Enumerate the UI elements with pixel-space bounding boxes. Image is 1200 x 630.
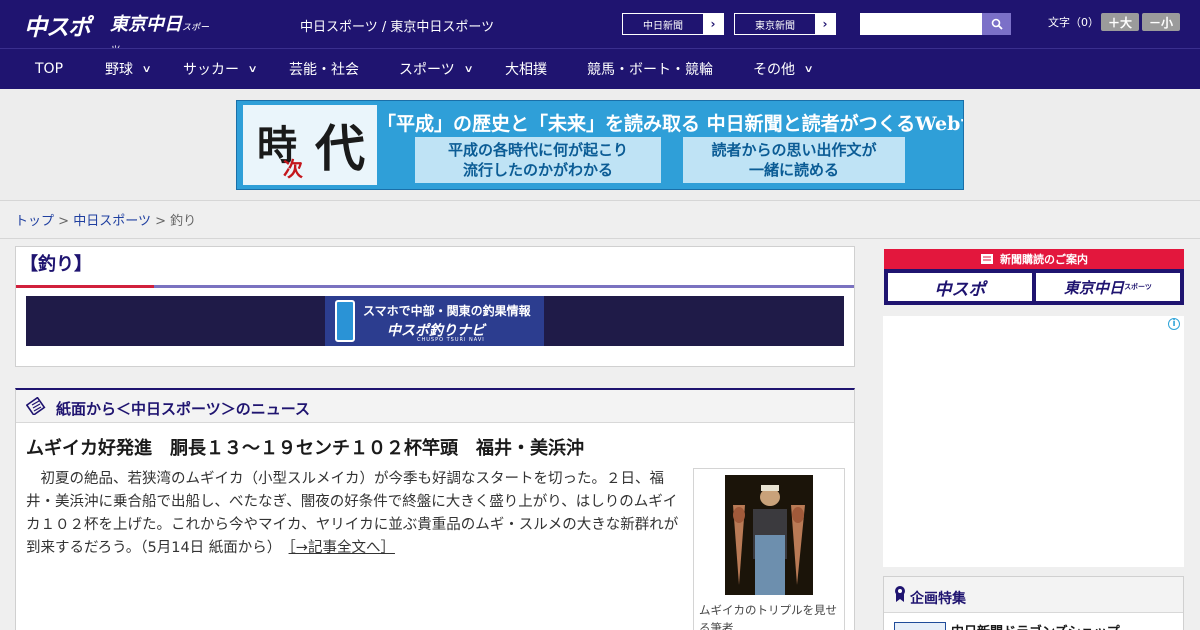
- chevron-down-icon: ∨: [463, 63, 474, 75]
- nav-item-label: 大相撲: [505, 62, 547, 78]
- font-larger-button[interactable]: ＋大: [1101, 13, 1139, 31]
- title-underline-accent: [16, 285, 154, 288]
- promo-subtext: CHUSPO TSURI NAVI: [417, 337, 485, 343]
- feature-item-thumbnail[interactable]: [894, 622, 946, 630]
- subscribe-chuspo-button[interactable]: 中スポ: [888, 273, 1032, 301]
- nav-item-baseball[interactable]: 野球 ∨: [105, 49, 152, 89]
- search-input[interactable]: [860, 13, 982, 35]
- banner-feature-box: 読者からの思い出作文が 一緒に読める: [683, 137, 905, 183]
- article-photo[interactable]: [725, 475, 813, 595]
- promo-line: スマホで中部・関東の釣果情報: [363, 304, 531, 318]
- subscription-label: 新聞購読のご案内: [1000, 253, 1088, 266]
- font-smaller-button[interactable]: －小: [1142, 13, 1180, 31]
- news-section-header: 紙面から＜中日スポーツ＞のニュース: [16, 390, 854, 423]
- nav-item-label: 競馬・ボート・競輪: [587, 62, 713, 78]
- paper-link-label: 東京新聞: [755, 20, 795, 32]
- article-title[interactable]: ムギイカ好発進 胴長１３～１９センチ１０２杯竿頭 福井・美浜沖: [26, 434, 584, 460]
- nav-item-top[interactable]: TOP: [35, 49, 63, 89]
- newspaper-icon: [981, 254, 993, 264]
- chuspo-logo[interactable]: 中スポ: [24, 8, 102, 41]
- news-section: 紙面から＜中日スポーツ＞のニュース ムギイカ好発進 胴長１３～１９センチ１０２杯…: [15, 388, 855, 630]
- font-size-label: 文字（0）: [1048, 16, 1099, 29]
- nav-item-other[interactable]: その他 ∨: [753, 49, 814, 89]
- feature-item-link[interactable]: 中日新聞ドラゴンズショップ: [951, 621, 1120, 630]
- nav-item-soccer[interactable]: サッカー ∨: [183, 49, 258, 89]
- feature-box: 企画特集 中日新聞ドラゴンズショップ: [883, 576, 1184, 630]
- banner-box-line: 読者からの思い出作文が: [711, 141, 877, 159]
- nav-item-label: サッカー: [183, 62, 239, 78]
- chevron-right-icon: ›: [703, 14, 723, 34]
- divider: [0, 238, 1200, 239]
- article-body: 初夏の絶品、若狭湾のムギイカ（小型スルメイカ）が今季も好調なスタートを切った。２…: [26, 468, 684, 560]
- page-title: 【釣り】: [20, 254, 92, 275]
- angler-photo-image: [725, 475, 813, 595]
- nav-item-sumo[interactable]: 大相撲: [505, 49, 547, 89]
- news-section-title: 紙面から＜中日スポーツ＞のニュース: [56, 400, 310, 418]
- tsuri-navi-promo: スマホで中部・関東の釣果情報 中スポ釣りナビ CHUSPO TSURI NAVI: [325, 296, 544, 346]
- nav-item-label: TOP: [35, 61, 64, 77]
- banner-box-line: 平成の各時代に何が起こり: [447, 141, 628, 159]
- ribbon-badge-icon: [895, 586, 905, 602]
- nav-item-label: スポーツ: [399, 62, 455, 78]
- read-more-link[interactable]: ［→記事全文へ］: [289, 540, 395, 556]
- site-header: 中スポ 東京中日スポーツ 中日スポーツ / 東京中日スポーツ 中日新聞 › 東京…: [0, 0, 1200, 55]
- photo-caption: ムギイカのトリプルを見せる筆者: [699, 603, 837, 630]
- banner-box-line: 流行したのかがわかる: [462, 161, 613, 179]
- main-nav: TOP 野球 ∨ サッカー ∨ 芸能・社会 スポーツ ∨ 大相撲 競馬・ボート・競輪 …: [0, 48, 1200, 89]
- banner-box-line: 一緒に読める: [748, 161, 839, 179]
- chunichi-shimbun-link[interactable]: 中日新聞 ›: [622, 13, 724, 35]
- site-title[interactable]: 中日スポーツ / 東京中日スポーツ: [300, 16, 494, 35]
- breadcrumb-top[interactable]: トップ: [15, 214, 54, 229]
- nav-item-label: 野球: [105, 62, 133, 78]
- tokyo-logo-text: 東京中日: [110, 14, 182, 35]
- jidai-logo-char: 代: [315, 119, 365, 178]
- feature-title: 企画特集: [910, 591, 966, 607]
- chevron-down-icon: ∨: [141, 63, 152, 75]
- breadcrumb: トップ > 中日スポーツ > 釣り: [15, 210, 196, 229]
- paper-link-label: 中日新聞: [643, 20, 683, 32]
- subscription-box: 新聞購読のご案内 中スポ 東京中日 スポーツ: [884, 249, 1184, 305]
- title-underline: [154, 285, 854, 288]
- nav-item-entertainment[interactable]: 芸能・社会: [289, 49, 359, 89]
- category-box: 【釣り】 スマホで中部・関東の釣果情報 中スポ釣りナビ CHUSPO TSURI…: [15, 246, 855, 367]
- ad-slot[interactable]: i: [883, 316, 1184, 567]
- banner-feature-box: 平成の各時代に何が起こり 流行したのかがわかる: [415, 137, 661, 183]
- chevron-down-icon: ∨: [247, 63, 258, 75]
- smartphone-icon: [335, 300, 355, 342]
- nav-item-label: その他: [753, 62, 795, 78]
- chevron-right-icon: ›: [815, 14, 835, 34]
- feature-header: 企画特集: [884, 577, 1183, 613]
- ad-info-icon[interactable]: i: [1168, 318, 1180, 330]
- nav-item-label: 芸能・社会: [289, 62, 359, 78]
- banner-area: 時 次 代 「平成」の歴史と「未来」を読み取る 中日新聞と読者がつくるWebサイ…: [0, 89, 1200, 201]
- subscribe-button-label: 東京中日: [1064, 278, 1125, 297]
- nav-item-racing[interactable]: 競馬・ボート・競輪: [587, 49, 713, 89]
- search-icon: [991, 18, 1003, 30]
- breadcrumb-separator: >: [155, 214, 166, 229]
- search-button[interactable]: [982, 13, 1011, 35]
- breadcrumb-current: 釣り: [170, 214, 197, 229]
- nav-item-sports[interactable]: スポーツ ∨: [399, 49, 474, 89]
- subscribe-tokyo-chunichi-button[interactable]: 東京中日 スポーツ: [1036, 273, 1180, 301]
- newspaper-icon: [26, 397, 46, 415]
- breadcrumb-chunichi-sports[interactable]: 中日スポーツ: [73, 214, 151, 229]
- breadcrumb-separator: >: [58, 214, 70, 229]
- jidai-banner[interactable]: 時 次 代 「平成」の歴史と「未来」を読み取る 中日新聞と読者がつくるWebサイ…: [236, 100, 964, 190]
- chevron-down-icon: ∨: [803, 63, 814, 75]
- article-photo-box: ムギイカのトリプルを見せる筆者: [693, 468, 845, 630]
- subscribe-button-small: スポーツ: [1124, 283, 1152, 291]
- tsuri-navi-banner[interactable]: スマホで中部・関東の釣果情報 中スポ釣りナビ CHUSPO TSURI NAVI: [26, 296, 844, 346]
- jidai-logo-char: 次: [283, 157, 303, 181]
- tokyo-chunichi-logo[interactable]: 東京中日スポーツ: [110, 10, 210, 55]
- jidai-logo: 時 次 代: [243, 105, 377, 185]
- tokyo-shimbun-link[interactable]: 東京新聞 ›: [734, 13, 836, 35]
- banner-headline: 「平成」の歴史と「未来」を読み取る 中日新聞と読者がつくるWebサイト: [377, 113, 964, 135]
- subscription-header: 新聞購読のご案内: [884, 249, 1184, 269]
